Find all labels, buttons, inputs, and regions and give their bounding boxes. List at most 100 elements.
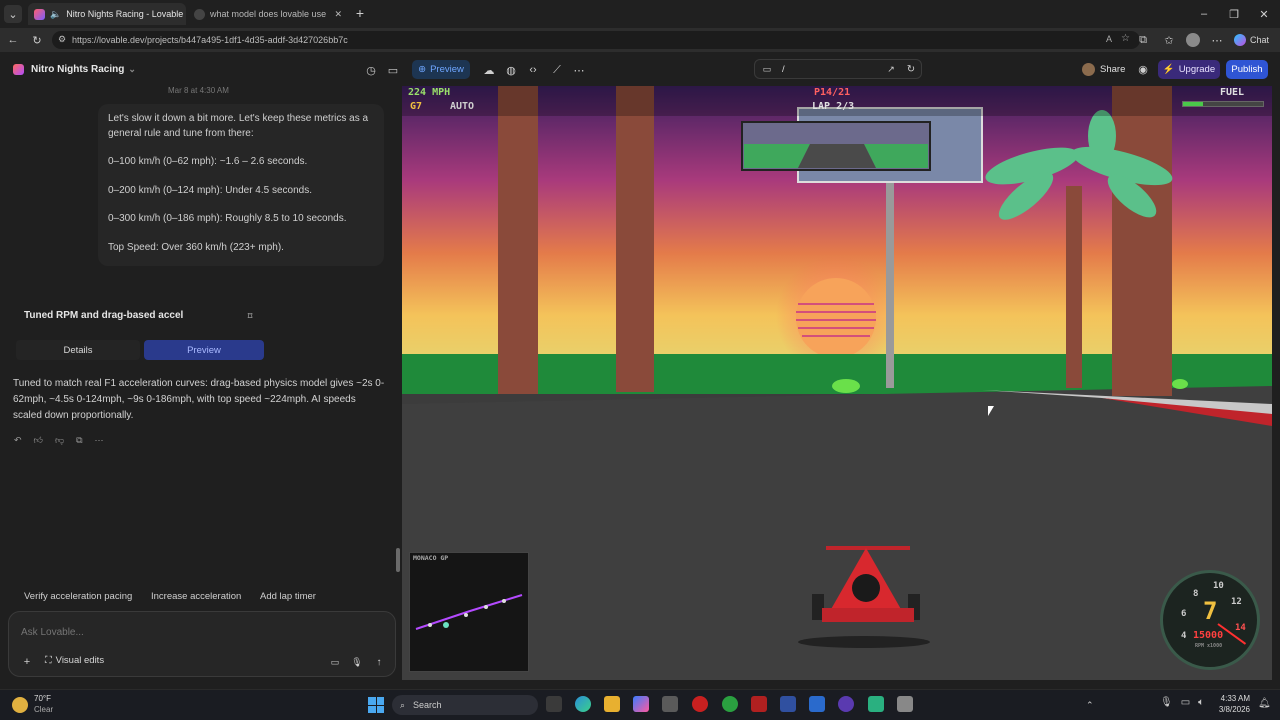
lovable-favicon-icon (34, 8, 45, 20)
extensions-icon[interactable]: ⧉ (1136, 33, 1150, 47)
fuel-bar (1182, 101, 1264, 107)
thumbs-down-icon[interactable]: 👎︎ (55, 435, 64, 446)
new-tab-icon[interactable]: + (352, 5, 368, 21)
github-icon[interactable]: ◉ (1136, 62, 1150, 76)
app-purple-icon[interactable] (838, 696, 854, 712)
app-gray-icon[interactable] (897, 696, 913, 712)
code-icon[interactable]: ‹› (526, 63, 540, 77)
favorites-icon[interactable]: ✩ (1162, 33, 1176, 47)
chevron-up-icon[interactable]: ⌃ (1086, 700, 1094, 711)
user-message-line: Top Speed: Over 360 km/h (223+ mph). (108, 241, 284, 253)
tab-lovable[interactable]: 🔈 Nitro Nights Racing - Lovable ✕ (28, 3, 186, 25)
race-position: P14/21 (814, 87, 851, 98)
restore-icon[interactable]: ❐ (1226, 6, 1242, 22)
suggestion-label: Increase acceleration (151, 590, 242, 602)
suggestion-chip[interactable]: Add lap timer (252, 588, 324, 604)
xbox-icon[interactable] (722, 696, 738, 712)
file-explorer-icon[interactable] (604, 696, 620, 712)
details-button[interactable]: Details (16, 340, 140, 360)
copilot-app-icon[interactable] (633, 696, 649, 712)
windows-start-icon[interactable] (368, 697, 384, 713)
preview-route-field[interactable]: ▭ / ↗ ↻ (754, 59, 922, 79)
gauge-tick: 8 (1193, 589, 1199, 599)
cloud-icon[interactable]: ☁ (482, 63, 496, 77)
copilot-chat-button[interactable]: Chat (1234, 33, 1278, 47)
details-label: Details (63, 344, 93, 356)
clock-date[interactable]: 3/8/2026 (1216, 705, 1250, 714)
task-view-icon[interactable] (546, 696, 562, 712)
edge-icon[interactable] (575, 696, 591, 712)
read-aloud-icon[interactable]: A (1106, 34, 1112, 44)
minimize-icon[interactable]: – (1196, 6, 1212, 22)
preview-label: Preview (430, 64, 464, 75)
refresh-preview-icon[interactable]: ↻ (905, 63, 917, 75)
app-red-icon[interactable] (751, 696, 767, 712)
app-header: Nitro Nights Racing ⌄ ◷ ▭ ⊕ Preview ☁ ◍ … (0, 52, 1280, 86)
car-shadow (798, 636, 930, 648)
taskbar-search[interactable]: ⌕ Search (392, 695, 538, 715)
opera-icon[interactable] (692, 696, 708, 712)
message-timestamp: Mar 8 at 4:30 AM (168, 86, 229, 95)
version-card: Tuned RPM and drag-based accel ⌑ Details… (12, 300, 264, 364)
upgrade-button[interactable]: ⚡ Upgrade (1158, 60, 1220, 79)
suggestion-chip[interactable]: Increase acceleration (143, 588, 249, 604)
sun (796, 278, 876, 358)
more-menu-icon[interactable]: ⋯ (1210, 33, 1224, 47)
publish-button[interactable]: Publish (1226, 60, 1268, 79)
more-actions-icon[interactable]: ⋯ (95, 435, 104, 446)
url-field[interactable]: ⚙ https://lovable.dev/projects/b447a495-… (52, 31, 1140, 49)
transmission-mode: AUTO (450, 101, 475, 112)
more-tools-icon[interactable]: ⋯ (572, 63, 586, 77)
gauge-tick: 12 (1231, 597, 1242, 607)
project-name-dropdown[interactable]: Nitro Nights Racing ⌄ (31, 64, 136, 75)
chat-scrollbar[interactable] (396, 548, 400, 572)
chat-mode-icon[interactable]: ▭ (329, 656, 341, 668)
sidebar-toggle-icon[interactable]: ▭ (386, 63, 400, 77)
clock-time[interactable]: 4:33 AM (1220, 694, 1250, 703)
close-tab-icon[interactable]: ✕ (334, 9, 342, 20)
design-icon[interactable]: ◍ (504, 63, 518, 77)
undo-icon[interactable]: ↶ (14, 435, 22, 446)
device-icon[interactable]: ▭ (761, 63, 773, 75)
analytics-icon[interactable]: ⟋ (550, 63, 564, 77)
system-tray: 🎙︎ ▭ 🔈︎ (1160, 697, 1204, 708)
minimap: MONACO GP (409, 552, 529, 672)
thumbs-up-icon[interactable]: 👍︎ (34, 435, 43, 446)
chevron-down-icon: ⌄ (128, 64, 136, 74)
url-text: https://lovable.dev/projects/b447a495-1d… (72, 35, 348, 45)
powershell-icon[interactable] (780, 696, 796, 712)
microphone-tray-icon[interactable]: 🎙︎ (1160, 697, 1173, 708)
user-message-line: Let's slow it down a bit more. Let's kee… (108, 113, 369, 139)
chat-input[interactable] (21, 624, 381, 640)
tab-google[interactable]: what model does lovable use - Go ✕ (188, 3, 348, 25)
search-label: Search (413, 700, 442, 710)
bookmark-icon[interactable]: ⌑ (244, 310, 256, 322)
game-preview[interactable]: 224 MPH G7 AUTO P14/21 LAP 2/3 FUEL MONA… (402, 86, 1272, 680)
notification-bell-icon[interactable]: 🔔︎ (1258, 698, 1271, 709)
share-button[interactable]: Share (1082, 61, 1126, 77)
store-icon[interactable] (662, 696, 678, 712)
visual-edits-button[interactable]: ⛶ Visual edits (45, 655, 104, 666)
outlook-icon[interactable] (809, 696, 825, 712)
app-green-icon[interactable] (868, 696, 884, 712)
volume-icon[interactable]: 🔈︎ (1198, 697, 1204, 708)
send-icon[interactable]: ↑ (373, 656, 385, 668)
network-icon[interactable]: ▭ (1181, 697, 1190, 708)
preview-tab[interactable]: ⊕ Preview (412, 60, 470, 79)
history-icon[interactable]: ◷ (364, 63, 378, 77)
close-window-icon[interactable]: ✕ (1256, 6, 1272, 22)
tab-list-icon[interactable]: ⌄ (4, 5, 22, 23)
reload-icon[interactable]: ↻ (30, 33, 44, 47)
chat-label: Chat (1250, 35, 1270, 45)
suggestion-chip[interactable]: Verify acceleration pacing (16, 588, 140, 604)
microphone-icon[interactable]: 🎙︎ (351, 656, 363, 668)
open-external-icon[interactable]: ↗ (885, 63, 897, 75)
user-message-line: 0–300 km/h (0–186 mph): Roughly 8.5 to 1… (108, 213, 347, 224)
copy-icon[interactable]: ⧉ (76, 435, 82, 446)
card-preview-button[interactable]: Preview (144, 340, 264, 360)
attach-plus-icon[interactable]: + (21, 656, 33, 668)
back-icon[interactable]: ← (6, 33, 20, 47)
favorite-star-icon[interactable]: ☆ (1121, 33, 1130, 44)
gauge-tick: 4 (1181, 631, 1187, 641)
profile-avatar[interactable] (1186, 33, 1200, 47)
